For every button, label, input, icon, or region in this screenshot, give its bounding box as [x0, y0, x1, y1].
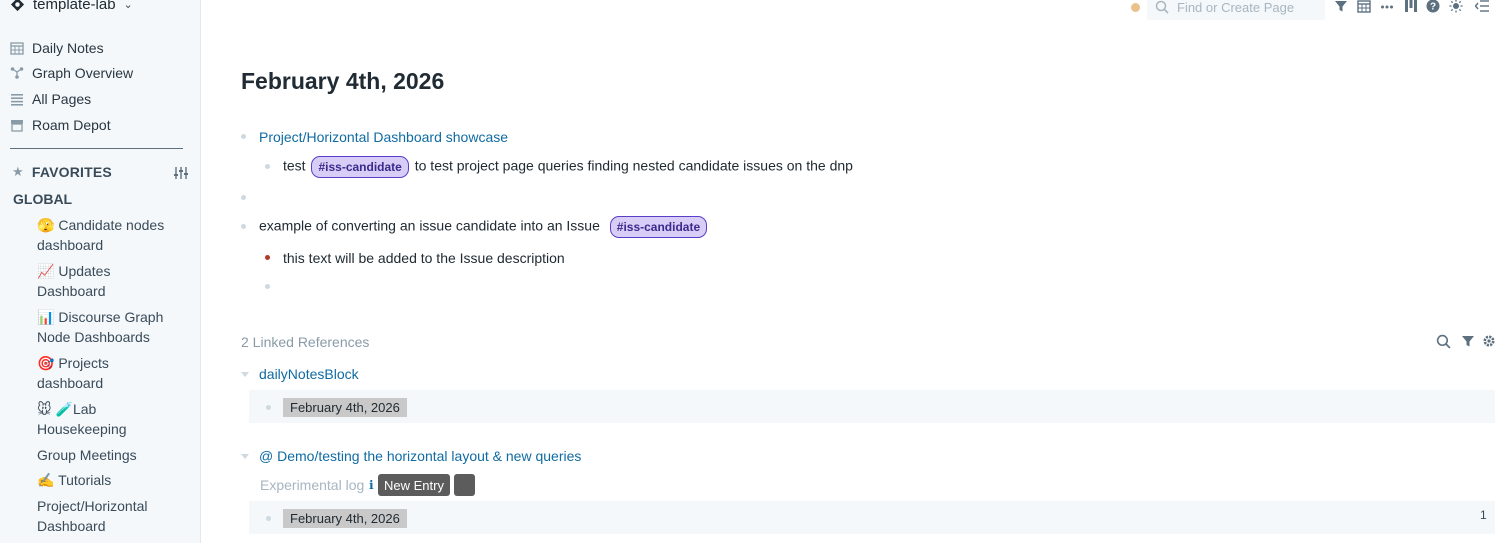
- gear-icon[interactable]: [1482, 334, 1495, 348]
- block-text[interactable]: example of converting an issue candidate…: [259, 216, 709, 238]
- collapse-caret[interactable]: [241, 454, 249, 459]
- shortcut-emoji: 🫣: [37, 217, 55, 233]
- chevron-down-icon: ⌄: [123, 0, 133, 11]
- star-icon: ★: [12, 164, 24, 179]
- graph-switcher[interactable]: template-lab ⌄: [10, 0, 133, 13]
- roam-logo-icon: [10, 0, 25, 12]
- favorites-label: FAVORITES: [31, 164, 112, 180]
- shortcut-label-2: Housekeeping: [37, 421, 127, 437]
- tag-iss-candidate[interactable]: #iss-candidate: [311, 156, 409, 178]
- nav-label: All Pages: [32, 91, 92, 107]
- block-text[interactable]: test #iss-candidate to test project page…: [283, 156, 853, 178]
- nav-label: Graph Overview: [32, 65, 134, 81]
- nav-graph-overview[interactable]: Graph Overview: [10, 65, 133, 81]
- more-button[interactable]: [454, 474, 475, 496]
- block-bullet[interactable]: [241, 224, 246, 229]
- nav-all-pages[interactable]: All Pages: [10, 91, 91, 107]
- block-text-post: to test project page queries finding nes…: [414, 157, 853, 174]
- shortcut-label: Tutorials: [54, 472, 112, 488]
- shortcut-emoji: 🎯: [37, 355, 55, 371]
- shortcut-emoji: 🐭 🧪: [37, 401, 73, 417]
- date-chip[interactable]: February 4th, 2026: [283, 398, 407, 417]
- nav-label: Roam Depot: [32, 117, 111, 133]
- block-bullet[interactable]: [241, 195, 246, 200]
- shop-icon: [11, 120, 23, 132]
- reference-count: 1: [1480, 508, 1487, 522]
- global-section-label: GLOBAL: [13, 191, 73, 207]
- page-title[interactable]: February 4th, 2026: [241, 68, 444, 95]
- shortcut-emoji: 📊: [37, 309, 55, 325]
- page-link[interactable]: Project/Horizontal Dashboard showcase: [259, 129, 508, 145]
- block-bullet[interactable]: [241, 134, 246, 139]
- shortcut-label: Lab: [72, 401, 97, 417]
- nav-daily-notes[interactable]: Daily Notes: [10, 40, 104, 56]
- shortcut-emoji: 📈: [37, 263, 55, 279]
- sliders-icon[interactable]: [173, 166, 189, 180]
- linked-references-controls: [1436, 334, 1495, 350]
- shortcut-label-2: Dashboard: [37, 283, 106, 299]
- shortcut-label: Updates: [54, 263, 111, 279]
- shortcut-candidate-nodes[interactable]: 🫣 Candidate nodes dashboard: [37, 215, 187, 255]
- shortcut-label: Project/Horizontal: [37, 498, 148, 514]
- block-text-main: example of converting an issue candidate…: [259, 217, 600, 234]
- shortcut-label: Projects: [54, 355, 109, 371]
- shortcut-tutorials[interactable]: ✍️ Tutorials: [37, 470, 187, 490]
- shortcut-updates-dashboard[interactable]: 📈 Updates Dashboard: [37, 261, 187, 301]
- linked-references-title[interactable]: 2 Linked References: [241, 334, 369, 350]
- nav-roam-depot[interactable]: Roam Depot: [10, 117, 111, 133]
- ref-page-link[interactable]: dailyNotesBlock: [259, 366, 359, 382]
- block-text-pre: test: [283, 157, 306, 174]
- calendar-icon: [10, 42, 24, 55]
- list-icon: [11, 94, 23, 106]
- block-bullet[interactable]: [266, 516, 271, 521]
- shortcut-discourse-graph[interactable]: 📊 Discourse Graph Node Dashboards: [37, 307, 187, 347]
- shortcut-label: Candidate nodes: [54, 217, 165, 233]
- block-bullet[interactable]: [265, 255, 270, 260]
- shortcut-label-2: dashboard: [37, 237, 104, 253]
- block-bullet[interactable]: [265, 284, 270, 289]
- shortcut-label-2: dashboard: [37, 375, 104, 391]
- block-text[interactable]: this text will be added to the Issue des…: [283, 250, 565, 266]
- shortcut-lab-housekeeping[interactable]: 🐭 🧪Lab Housekeeping: [37, 399, 187, 439]
- shortcut-label: Group Meetings: [37, 447, 137, 463]
- ref-block-row: February 4th, 2026: [249, 390, 1495, 423]
- block-bullet[interactable]: [266, 405, 271, 410]
- nav-label: Daily Notes: [32, 40, 104, 56]
- search-icon[interactable]: [1436, 334, 1451, 349]
- main-page: February 4th, 2026 Project/Horizontal Da…: [201, 0, 1495, 543]
- ref-page-link[interactable]: @ Demo/testing the horizontal layout & n…: [259, 448, 581, 464]
- shortcut-label: Discourse Graph: [54, 309, 164, 325]
- block-bullet[interactable]: [265, 164, 270, 169]
- left-sidebar: template-lab ⌄ Daily Notes Graph Overvie…: [0, 0, 201, 543]
- graph-icon: [10, 67, 24, 79]
- shortcut-projects-dashboard[interactable]: 🎯 Projects dashboard: [37, 353, 187, 393]
- tag-iss-candidate[interactable]: #iss-candidate: [609, 216, 708, 238]
- new-entry-button[interactable]: New Entry: [378, 474, 450, 496]
- collapse-caret[interactable]: [241, 372, 249, 377]
- shortcut-group-meetings[interactable]: Group Meetings: [37, 445, 187, 465]
- shortcut-project-horizontal[interactable]: Project/Horizontal Dashboard: [37, 496, 187, 536]
- shortcut-label-2: Node Dashboards: [37, 329, 150, 345]
- graph-name: template-lab: [33, 0, 116, 13]
- roam-app: template-lab ⌄ Daily Notes Graph Overvie…: [0, 0, 1495, 543]
- experimental-log-label: Experimental log: [260, 477, 365, 493]
- info-icon[interactable]: ℹ: [369, 478, 374, 492]
- ref-block-row: February 4th, 2026: [249, 501, 1495, 534]
- shortcut-label-2: Dashboard: [37, 518, 106, 534]
- sidebar-divider: [10, 148, 183, 149]
- filter-icon[interactable]: [1461, 334, 1475, 348]
- shortcut-emoji: ✍️: [37, 472, 55, 488]
- date-chip[interactable]: February 4th, 2026: [283, 509, 407, 528]
- favorites-header: ★ FAVORITES: [12, 164, 112, 180]
